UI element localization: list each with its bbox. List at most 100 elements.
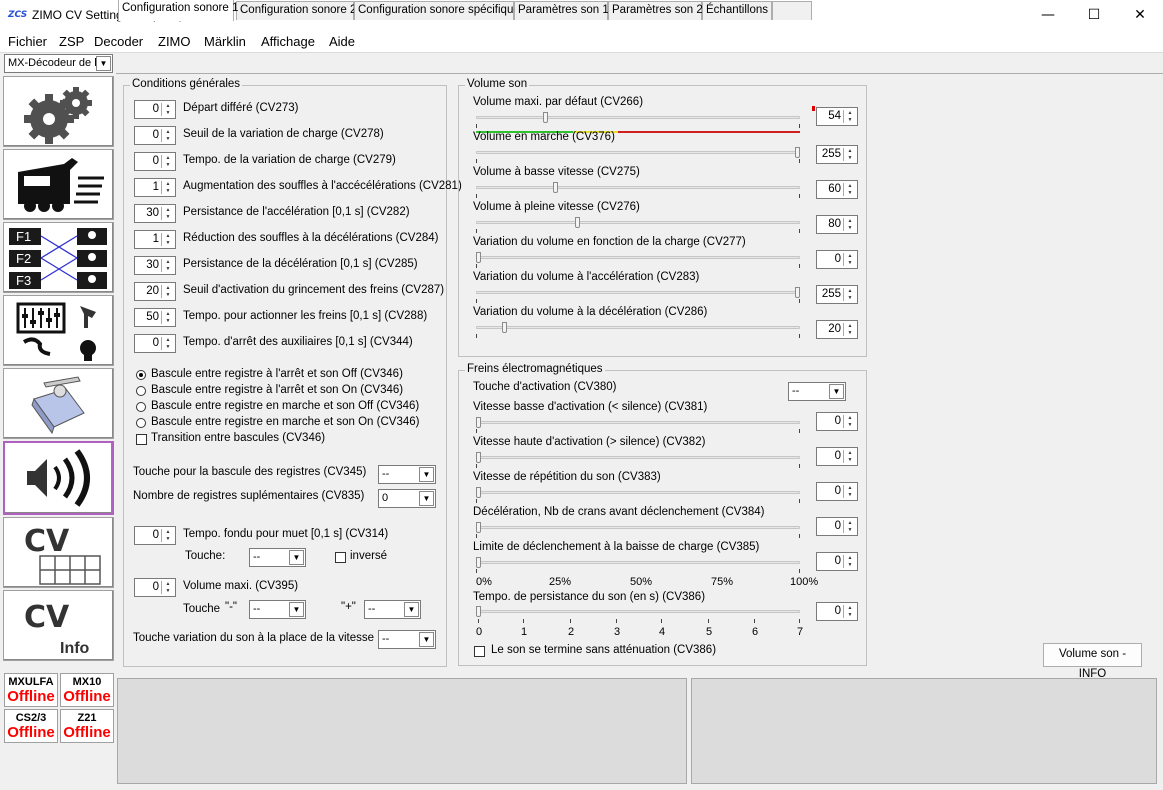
- slider-spin[interactable]: 80 ▲ ▼: [816, 215, 858, 234]
- volmax-spin[interactable]: 0 ▲ ▼: [134, 578, 176, 597]
- slider-thumb[interactable]: [476, 557, 481, 568]
- spin-down-icon[interactable]: ▼: [162, 187, 174, 195]
- slider-track[interactable]: [476, 610, 800, 613]
- menu-fichier[interactable]: Fichier: [8, 34, 47, 50]
- slider-track[interactable]: [476, 421, 800, 424]
- slider-track[interactable]: [476, 561, 800, 564]
- slider-spin[interactable]: 0 ▲ ▼: [816, 250, 858, 269]
- transition-checkbox[interactable]: [136, 434, 147, 445]
- cv-spin[interactable]: 0 ▲ ▼: [134, 126, 176, 145]
- slider-thumb[interactable]: [476, 487, 481, 498]
- register-switch-radio[interactable]: [136, 370, 146, 380]
- status-cs23[interactable]: CS2/3 Offline: [4, 709, 58, 743]
- activation-key-select[interactable]: -- ▼: [788, 382, 846, 401]
- slider-track[interactable]: [476, 491, 800, 494]
- spin-down-icon[interactable]: ▼: [162, 343, 174, 351]
- nav-function-mapping-button[interactable]: F1 F2 F3: [3, 222, 114, 293]
- nav-locomotive-button[interactable]: [3, 149, 114, 220]
- spin-down-icon[interactable]: ▼: [162, 317, 174, 325]
- cv-spin[interactable]: 1 ▲ ▼: [134, 230, 176, 249]
- tab-parametres-son-1[interactable]: Paramètres son 1: [514, 1, 609, 20]
- status-mx10[interactable]: MX10 Offline: [60, 673, 114, 707]
- menu-affichage[interactable]: Affichage: [261, 34, 315, 50]
- nav-servo-button[interactable]: [3, 368, 114, 439]
- spin-down-icon[interactable]: ▼: [844, 224, 856, 232]
- slider-spin[interactable]: 20 ▲ ▼: [816, 320, 858, 339]
- slider-track[interactable]: [476, 116, 800, 119]
- menu-zsp[interactable]: ZSP: [59, 34, 84, 50]
- cv-spin[interactable]: 0 ▲ ▼: [134, 152, 176, 171]
- decoder-select[interactable]: MX-Décodeur de l ▼: [4, 54, 113, 73]
- persist-spin[interactable]: 0 ▲ ▼: [816, 602, 858, 621]
- spin-down-icon[interactable]: ▼: [844, 421, 856, 429]
- register-count-select[interactable]: 0 ▼: [378, 489, 436, 508]
- slider-track[interactable]: [476, 151, 800, 154]
- slider-spin[interactable]: 54 ▲ ▼: [816, 107, 858, 126]
- slider-thumb[interactable]: [795, 287, 800, 298]
- nav-cv-table-button[interactable]: CV: [3, 517, 114, 588]
- spin-down-icon[interactable]: ▼: [844, 329, 856, 337]
- slider-spin[interactable]: 0 ▲ ▼: [816, 412, 858, 431]
- slider-spin[interactable]: 0 ▲ ▼: [816, 447, 858, 466]
- cv-spin[interactable]: 30 ▲ ▼: [134, 204, 176, 223]
- plus-key-select[interactable]: -- ▼: [364, 600, 421, 619]
- register-switch-radio[interactable]: [136, 386, 146, 396]
- minus-key-select[interactable]: -- ▼: [249, 600, 306, 619]
- cv-spin[interactable]: 0 ▲ ▼: [134, 334, 176, 353]
- menu-decoder[interactable]: Decoder: [94, 34, 143, 50]
- slider-thumb[interactable]: [476, 252, 481, 263]
- tab-parametres-son-2[interactable]: Paramètres son 2: [608, 1, 703, 20]
- slider-thumb[interactable]: [543, 112, 548, 123]
- spin-down-icon[interactable]: ▼: [844, 294, 856, 302]
- slider-thumb[interactable]: [476, 417, 481, 428]
- cv-spin[interactable]: 30 ▲ ▼: [134, 256, 176, 275]
- status-mxulfa[interactable]: MXULFA Offline: [4, 673, 58, 707]
- tab-config-sonore-specifique[interactable]: Configuration sonore spécifique: [354, 1, 520, 20]
- spin-down-icon[interactable]: ▼: [162, 135, 174, 143]
- slider-track[interactable]: [476, 526, 800, 529]
- spin-down-icon[interactable]: ▼: [844, 116, 856, 124]
- status-z21[interactable]: Z21 Offline: [60, 709, 114, 743]
- touche-select[interactable]: -- ▼: [249, 548, 306, 567]
- menu-marklin[interactable]: Märklin: [204, 34, 246, 50]
- slider-thumb[interactable]: [575, 217, 580, 228]
- spin-down-icon[interactable]: ▼: [162, 109, 174, 117]
- slider-track[interactable]: [476, 221, 800, 224]
- tab-echantillons[interactable]: Échantillons: [702, 1, 772, 20]
- slider-spin[interactable]: 0 ▲ ▼: [816, 482, 858, 501]
- slider-spin[interactable]: 0 ▲ ▼: [816, 517, 858, 536]
- cv-spin[interactable]: 50 ▲ ▼: [134, 308, 176, 327]
- spin-down-icon[interactable]: ▼: [844, 259, 856, 267]
- slider-thumb[interactable]: [476, 606, 481, 617]
- slider-thumb[interactable]: [795, 147, 800, 158]
- register-switch-radio[interactable]: [136, 418, 146, 428]
- maximize-button[interactable]: ☐: [1071, 0, 1117, 31]
- spin-down-icon[interactable]: ▼: [162, 161, 174, 169]
- fade-spin[interactable]: 0 ▲ ▼: [134, 526, 176, 545]
- slider-track[interactable]: [476, 186, 800, 189]
- menu-aide[interactable]: Aide: [329, 34, 355, 50]
- spin-down-icon[interactable]: ▼: [844, 561, 856, 569]
- register-key-select[interactable]: -- ▼: [378, 465, 436, 484]
- spin-down-icon[interactable]: ▼: [844, 154, 856, 162]
- slider-spin[interactable]: 0 ▲ ▼: [816, 552, 858, 571]
- nav-settings-button[interactable]: [3, 76, 114, 147]
- tab-config-sonore-2[interactable]: Configuration sonore 2: [236, 1, 356, 20]
- slider-thumb[interactable]: [476, 452, 481, 463]
- nav-sound-button[interactable]: [3, 441, 114, 515]
- spin-down-icon[interactable]: ▼: [162, 587, 174, 595]
- slider-track[interactable]: [476, 256, 800, 259]
- spin-down-icon[interactable]: ▼: [162, 265, 174, 273]
- slider-track[interactable]: [476, 291, 800, 294]
- no-fade-checkbox[interactable]: [474, 646, 485, 657]
- register-switch-radio[interactable]: [136, 402, 146, 412]
- tab-config-sonore-1[interactable]: Configuration sonore 1: [118, 0, 238, 21]
- close-button[interactable]: ✕: [1117, 0, 1163, 31]
- cv-spin[interactable]: 0 ▲ ▼: [134, 100, 176, 119]
- nav-mixer-button[interactable]: [3, 295, 114, 366]
- nav-cv-info-button[interactable]: CV Info: [3, 590, 114, 661]
- speed-key-select[interactable]: -- ▼: [378, 630, 436, 649]
- spin-down-icon[interactable]: ▼: [844, 611, 856, 619]
- spin-down-icon[interactable]: ▼: [844, 189, 856, 197]
- slider-thumb[interactable]: [476, 522, 481, 533]
